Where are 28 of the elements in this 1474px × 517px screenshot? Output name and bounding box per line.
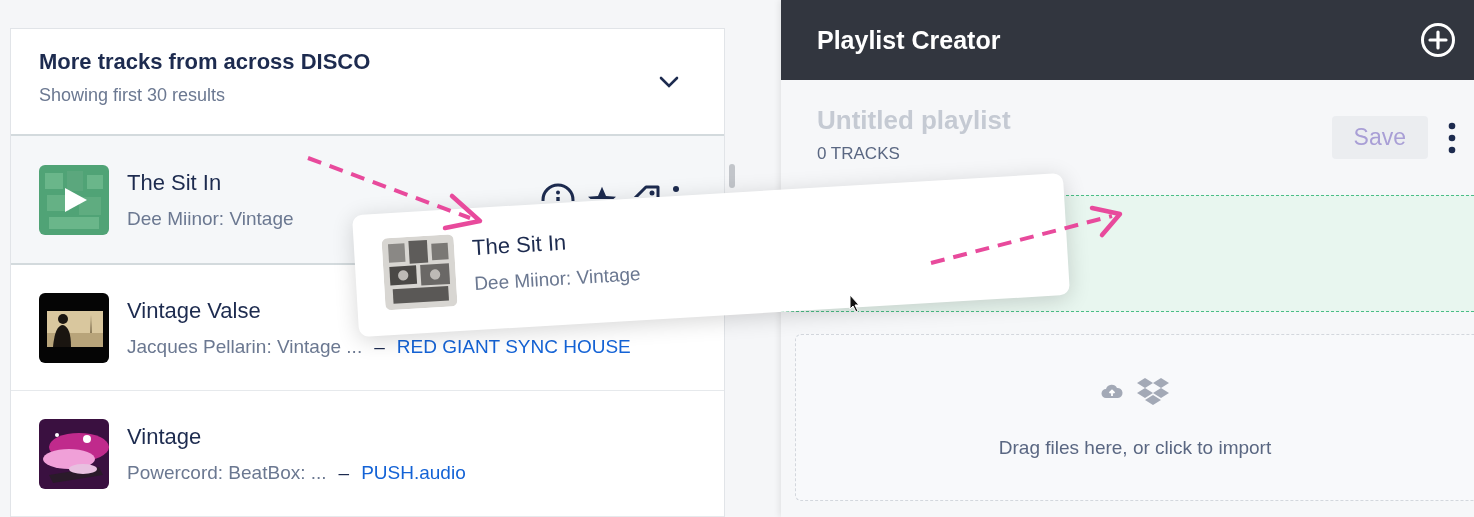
separator: – bbox=[338, 461, 350, 484]
panel-title: Playlist Creator bbox=[817, 25, 1001, 55]
boxes-icon bbox=[1137, 376, 1169, 405]
track-title: The Sit In bbox=[127, 169, 223, 196]
track-title: Vintage bbox=[127, 423, 203, 450]
info-icon[interactable] bbox=[540, 182, 576, 201]
track-artist: Jacques Pellarin: Vintage ... bbox=[127, 335, 363, 358]
more-icon[interactable] bbox=[672, 185, 680, 195]
track-artist: Dee Miinor: Vintage bbox=[473, 263, 642, 296]
cloud-upload-icon bbox=[1101, 382, 1123, 399]
results-count: Showing first 30 results bbox=[39, 85, 227, 106]
results-title: More tracks from across DISCO bbox=[39, 49, 371, 75]
import-hint: Drag files here, or click to import bbox=[998, 436, 1272, 459]
label-link[interactable]: RED GIANT SYNC HOUSE bbox=[396, 335, 631, 358]
track-count: 0 TRACKS bbox=[817, 144, 901, 164]
track-artist: Dee Miinor: Vintage bbox=[127, 207, 294, 230]
add-icon[interactable] bbox=[1420, 22, 1456, 58]
more-icon[interactable] bbox=[1448, 121, 1456, 154]
track-title: The Sit In bbox=[471, 228, 568, 262]
track-artist: Powercord: BeatBox: ... bbox=[127, 461, 327, 484]
import-dropzone[interactable]: Drag files here, or click to import bbox=[795, 334, 1474, 501]
track-title: Vintage Valse bbox=[127, 297, 262, 324]
cursor-icon bbox=[849, 294, 860, 313]
chevron-down-icon[interactable] bbox=[658, 74, 680, 89]
play-icon[interactable] bbox=[63, 185, 89, 214]
separator: – bbox=[374, 335, 385, 358]
label-link[interactable]: PUSH.audio bbox=[361, 461, 466, 484]
scrollbar[interactable] bbox=[729, 164, 735, 188]
